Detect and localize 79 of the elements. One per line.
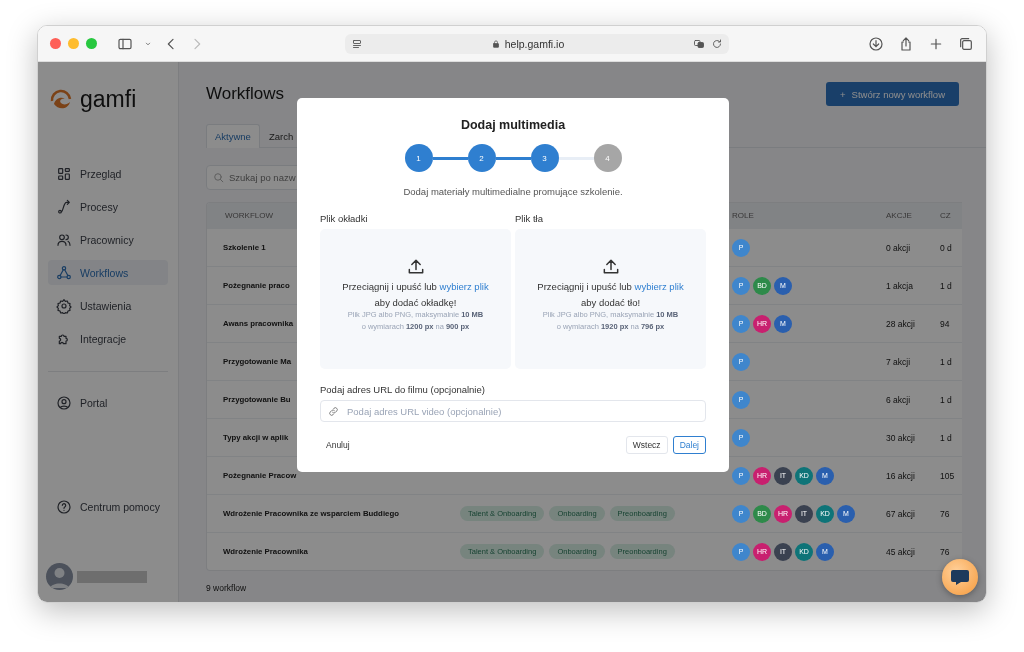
workflow-count: 9 workflow [206, 583, 248, 593]
logo-text: gamfi [80, 86, 137, 113]
dropzone-text: Przeciągnij i upuść lub wybierz plik [342, 280, 489, 293]
table-cell-text: 76 [940, 508, 951, 519]
column-header: WORKFLOW [225, 211, 273, 220]
step-indicator: 2 [467, 144, 496, 172]
dropzone-text: aby dodać tło! [580, 296, 641, 309]
dropzone-text: Przeciągnij i upuść lub wybierz plik [537, 280, 684, 293]
table-cell-text: 6 akcji [885, 394, 912, 405]
table-cell-text: 0 d [940, 242, 953, 253]
table-cell-text: 28 akcji [885, 318, 916, 329]
dashboard-icon [56, 165, 72, 182]
sidebar-item[interactable]: Ustawienia [48, 293, 168, 318]
maximize-icon[interactable] [86, 38, 97, 49]
nodes-icon [56, 264, 72, 281]
table-cell-text: 7 akcji [885, 356, 912, 367]
sidebar-item[interactable]: Workflows [48, 260, 168, 285]
sidebar-item[interactable]: Portal [48, 390, 168, 415]
video-url-field[interactable]: Podaj adres URL video (opcjonalnie) [320, 400, 706, 422]
dialog-title: Dodaj multimedia [460, 118, 566, 132]
table-cell-text: 30 akcji [885, 432, 916, 443]
dropzone-text: aby dodać okładkę! [374, 296, 457, 309]
name-placeholder [77, 570, 147, 583]
sidebar-item[interactable]: Przegląd [48, 161, 168, 186]
column-header: ROLE [731, 211, 755, 220]
close-icon[interactable] [50, 38, 61, 49]
page-title: Workflows [206, 84, 285, 104]
choose-file-link[interactable]: wybierz plik [439, 281, 489, 292]
choose-file-link[interactable]: wybierz plik [634, 281, 684, 292]
step-indicator: 4 [593, 144, 622, 172]
field-label: Podaj adres URL do filmu (opcjonalnie) [320, 384, 486, 395]
link-icon [328, 406, 339, 417]
table-cell-text: 1 d [940, 432, 953, 443]
user-avatar[interactable] [46, 563, 73, 590]
step-indicator: 1 [404, 144, 433, 172]
column-header: CZ [940, 211, 952, 220]
column-header: AKCJE [885, 211, 913, 220]
table-cell-text: 1 akcja [885, 280, 914, 291]
minimize-icon[interactable] [68, 38, 79, 49]
chat-button[interactable] [942, 559, 978, 595]
back-button[interactable]: Wstecz [625, 436, 668, 454]
table-cell-text: 67 akcji [885, 508, 916, 519]
user-circle-icon [56, 394, 72, 411]
tab[interactable]: Aktywne [206, 124, 260, 148]
table-cell-text: 1 d [940, 394, 953, 405]
address-bar[interactable]: help.gamfi.io [344, 33, 729, 54]
sidebar-item[interactable]: Procesy [48, 194, 168, 219]
translate-icon [692, 37, 705, 50]
logo-icon [48, 88, 74, 111]
help-link[interactable]: Centrum pomocy [48, 494, 168, 519]
field-label: Plik okładki [320, 213, 369, 224]
table-cell-text: 45 akcji [885, 546, 916, 557]
route-icon [56, 198, 72, 215]
help-icon [56, 498, 72, 515]
reload-icon [710, 37, 723, 50]
next-button[interactable]: Dalej [672, 436, 706, 454]
sidebar-item[interactable]: Pracownicy [48, 227, 168, 252]
table-cell-text: 94 [940, 318, 951, 329]
tabs-icon [958, 35, 974, 52]
table-cell-text: 105 [940, 470, 956, 481]
table-cell-text: 16 akcji [885, 470, 916, 481]
step-indicator: 3 [530, 144, 559, 172]
settings-icon [56, 297, 72, 314]
chat-bubble-icon [950, 568, 970, 586]
table-cell-text: 0 akcji [885, 242, 912, 253]
dialog-description: Dodaj materiały multimedialne promujące szkolenie. [403, 186, 623, 197]
table-cell-text: 76 [940, 546, 951, 557]
table-cell-text: 1 d [940, 356, 953, 367]
create-workflow-button[interactable]: + Stwórz nowy workflow [826, 82, 959, 106]
field-label: Plik tła [515, 213, 544, 224]
share-icon [898, 35, 914, 52]
sidebar-item[interactable]: Integracje [48, 326, 168, 351]
page-icon [350, 37, 363, 50]
lock-icon [490, 38, 501, 49]
download-icon [868, 35, 884, 52]
users-icon [56, 231, 72, 248]
search-icon [212, 171, 225, 184]
url-text: help.gamfi.io [504, 37, 565, 50]
table-cell-text: 1 d [940, 280, 953, 291]
